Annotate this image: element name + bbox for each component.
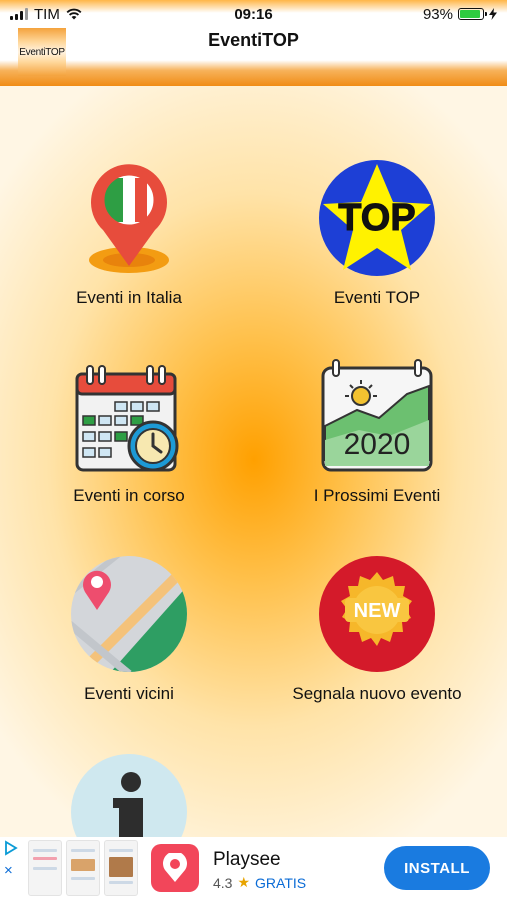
menu-label: Eventi vicini <box>84 684 174 703</box>
new-badge-icon: NEW <box>319 556 435 672</box>
ad-screenshot <box>104 840 138 896</box>
menu-item-segnala-nuovo-evento[interactable]: NEW Segnala nuovo evento <box>252 554 502 704</box>
svg-text:2020: 2020 <box>344 428 411 461</box>
ad-rating: 4.3 ★ GRATIS <box>213 874 307 891</box>
ad-app-name: Playsee <box>213 849 281 870</box>
page-title: EventiTOP <box>208 30 299 50</box>
battery-icon <box>458 8 487 20</box>
ad-screenshot <box>66 840 100 896</box>
ad-screenshots <box>28 840 138 896</box>
status-bar: TIM 09:16 93% <box>0 0 507 28</box>
italy-pin-icon <box>89 164 169 273</box>
ad-choices-icon[interactable] <box>4 840 18 856</box>
menu-item-eventi-in-italia[interactable]: Eventi in Italia <box>4 158 254 308</box>
menu-item-i-prossimi-eventi[interactable]: 2020 I Prossimi Eventi <box>252 356 502 506</box>
top-star-icon: TOP <box>319 160 435 276</box>
menu-label: Eventi in Italia <box>76 288 182 307</box>
carrier: TIM <box>34 5 60 23</box>
wifi-icon <box>66 8 82 20</box>
svg-text:TOP: TOP <box>338 197 415 239</box>
menu-label: Segnala nuovo evento <box>292 684 462 703</box>
battery-percent: 93% <box>422 5 453 23</box>
playsee-app-icon <box>151 844 199 892</box>
calendar-2020-icon: 2020 <box>321 359 433 472</box>
charging-icon <box>489 8 497 20</box>
signal-icon <box>10 8 28 20</box>
map-pin-icon <box>71 556 187 672</box>
menu-item-eventi-top[interactable]: TOP Eventi TOP <box>252 158 502 308</box>
menu-label: I Prossimi Eventi <box>313 486 441 505</box>
menu-label: Eventi in corso <box>73 486 185 505</box>
menu-item-eventi-in-corso[interactable]: Eventi in corso <box>4 356 254 506</box>
menu-item-eventi-vicini[interactable]: Eventi vicini <box>4 554 254 704</box>
ad-screenshot <box>28 840 62 896</box>
star-icon: ★ <box>237 874 251 890</box>
svg-text:NEW: NEW <box>354 600 401 622</box>
calendar-clock-icon <box>75 365 179 472</box>
menu-label: Eventi TOP <box>333 288 421 307</box>
install-button[interactable]: INSTALL <box>384 846 490 890</box>
close-icon[interactable]: × <box>4 862 13 879</box>
